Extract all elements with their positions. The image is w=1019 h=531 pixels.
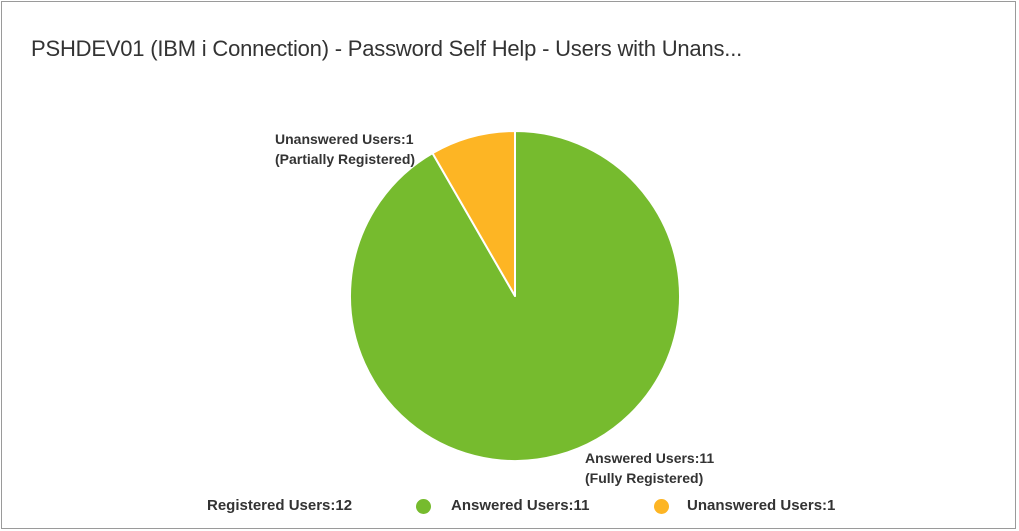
slice-label-unanswered-line1: Unanswered Users:1 <box>275 131 414 147</box>
legend-label-unanswered: Unanswered Users:1 <box>687 497 836 514</box>
slice-label-unanswered-line2: (Partially Registered) <box>275 151 415 167</box>
legend-dot-answered <box>416 499 431 514</box>
slice-label-answered-line1: Answered Users:11 <box>585 450 714 466</box>
slice-label-answered-line2: (Fully Registered) <box>585 470 703 486</box>
pie-slices <box>349 130 681 462</box>
legend-label-answered: Answered Users:11 <box>451 497 590 514</box>
pie-chart: Unanswered Users:1 (Partially Registered… <box>275 130 714 486</box>
legend-dot-unanswered <box>654 499 669 514</box>
